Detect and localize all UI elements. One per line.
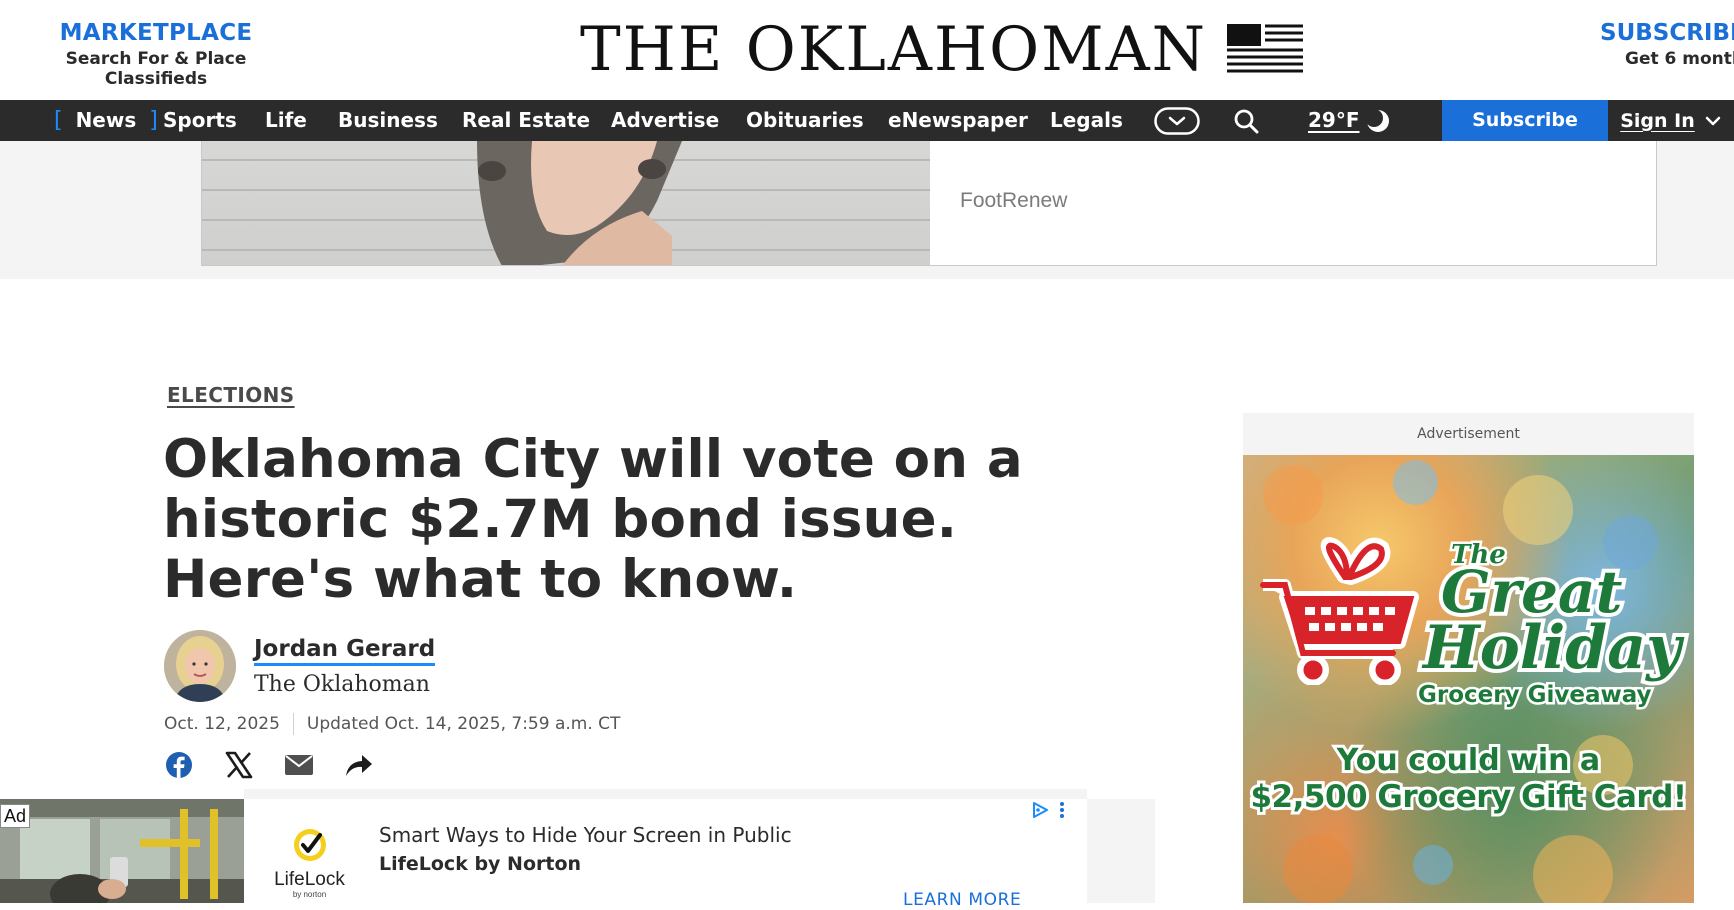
article-dates: Oct. 12, 2025 Updated Oct. 14, 2025, 7:5… bbox=[164, 713, 620, 735]
native-ad-side-strip bbox=[1087, 799, 1155, 903]
top-ad-band: FootRenew bbox=[0, 141, 1734, 279]
moon-icon[interactable] bbox=[1364, 100, 1392, 141]
main-nav: [ News ] Sports Life Business Real Estat… bbox=[0, 100, 1734, 141]
native-ad-brand[interactable]: LifeLock by Norton bbox=[379, 853, 581, 875]
nav-item-sports[interactable]: Sports bbox=[163, 100, 237, 141]
nav-item-label[interactable]: News bbox=[76, 108, 137, 132]
marketplace-link[interactable]: MARKETPLACE Search For & Place Classifie… bbox=[24, 20, 288, 89]
nav-item-news[interactable]: [ News ] bbox=[54, 100, 158, 141]
shopping-cart-icon bbox=[1260, 537, 1419, 685]
nav-item-business[interactable]: Business bbox=[338, 100, 438, 141]
sign-in-button[interactable]: Sign In bbox=[1607, 100, 1734, 141]
weather-temp[interactable]: 29°F bbox=[1308, 100, 1360, 141]
facebook-icon[interactable] bbox=[164, 750, 194, 780]
right-rail-ad: Advertisement The Great Holiday Grocery … bbox=[1243, 413, 1694, 903]
updated-date: Updated Oct. 14, 2025, 7:59 a.m. CT bbox=[306, 714, 621, 734]
learn-more-link[interactable]: LEARN MORE bbox=[903, 890, 1021, 910]
share-icon[interactable] bbox=[344, 750, 374, 780]
avatar[interactable] bbox=[164, 630, 236, 702]
marketplace-subtitle[interactable]: Search For & Place Classifieds bbox=[24, 49, 288, 89]
chevron-down-icon[interactable] bbox=[1705, 110, 1721, 132]
lifelock-logo[interactable]: LifeLock by norton bbox=[262, 825, 357, 899]
ad-brand[interactable]: FootRenew bbox=[960, 189, 1067, 213]
top-ad[interactable]: FootRenew bbox=[201, 141, 1657, 266]
marketplace-title[interactable]: MARKETPLACE bbox=[24, 20, 288, 46]
site-logo[interactable]: THE OKLAHOMAN bbox=[580, 14, 1304, 84]
nav-item-obituaries[interactable]: Obituaries bbox=[746, 100, 864, 141]
nav-item-enewspaper[interactable]: eNewspaper bbox=[888, 100, 1028, 141]
checkmark-icon bbox=[293, 829, 326, 861]
promo-win-line2: $2,500 Grocery Gift Card! bbox=[1247, 776, 1690, 818]
author-name-link[interactable]: Jordan Gerard bbox=[254, 635, 436, 666]
article-headline: Oklahoma City will vote on a historic $2… bbox=[163, 429, 1023, 610]
promo-holiday: Holiday bbox=[1419, 613, 1685, 683]
nav-item-advertise[interactable]: Advertise bbox=[611, 100, 719, 141]
native-ad-top-strip bbox=[244, 789, 1087, 799]
published-date: Oct. 12, 2025 bbox=[164, 714, 280, 734]
date-divider bbox=[292, 713, 294, 735]
lifelock-logo-sub: by norton bbox=[292, 890, 327, 899]
category-link[interactable]: ELECTIONS bbox=[167, 383, 295, 407]
native-ad-image[interactable] bbox=[0, 799, 244, 903]
advertisement-label: Advertisement bbox=[1243, 413, 1694, 455]
nav-item-real-estate[interactable]: Real Estate bbox=[462, 100, 590, 141]
subscribe-promo[interactable]: SUBSCRIBE Get 6 months bbox=[1600, 20, 1734, 69]
author-organization: The Oklahoman bbox=[254, 672, 430, 697]
promo-win-line1: You could win a bbox=[1334, 740, 1603, 781]
subscribe-subtitle[interactable]: Get 6 months bbox=[1625, 49, 1734, 69]
grocery-giveaway-ad[interactable]: The Great Holiday Grocery Giveaway You c… bbox=[1243, 455, 1694, 903]
subscribe-button[interactable]: Subscribe bbox=[1442, 100, 1608, 141]
subscribe-title[interactable]: SUBSCRIBE bbox=[1600, 20, 1734, 46]
active-bracket-left: [ bbox=[54, 108, 63, 133]
active-bracket-right: ] bbox=[149, 108, 158, 133]
promo-grocery-giveaway: Grocery Giveaway bbox=[1416, 680, 1655, 711]
masthead: MARKETPLACE Search For & Place Classifie… bbox=[0, 0, 1734, 100]
native-ad-title[interactable]: Smart Ways to Hide Your Screen in Public bbox=[379, 823, 792, 847]
search-icon[interactable] bbox=[1232, 100, 1260, 141]
sign-in-label[interactable]: Sign In bbox=[1620, 110, 1695, 132]
nav-item-legals[interactable]: Legals bbox=[1050, 100, 1123, 141]
byline: Jordan Gerard The Oklahoman bbox=[164, 630, 436, 702]
kebab-menu-icon bbox=[1060, 802, 1064, 818]
more-menu-icon[interactable] bbox=[1154, 100, 1200, 141]
logo-text[interactable]: THE OKLAHOMAN bbox=[580, 19, 1207, 80]
share-bar bbox=[164, 748, 374, 782]
adchoices-controls[interactable] bbox=[1031, 801, 1065, 819]
email-icon[interactable] bbox=[284, 750, 314, 780]
x-icon[interactable] bbox=[224, 750, 254, 780]
lifelock-logo-text: LifeLock bbox=[274, 869, 345, 890]
flag-icon bbox=[1227, 24, 1304, 74]
nav-item-life[interactable]: Life bbox=[265, 100, 307, 141]
adchoices-icon bbox=[1033, 802, 1048, 818]
ad-image[interactable] bbox=[202, 141, 930, 265]
ad-tag: Ad bbox=[0, 804, 31, 828]
